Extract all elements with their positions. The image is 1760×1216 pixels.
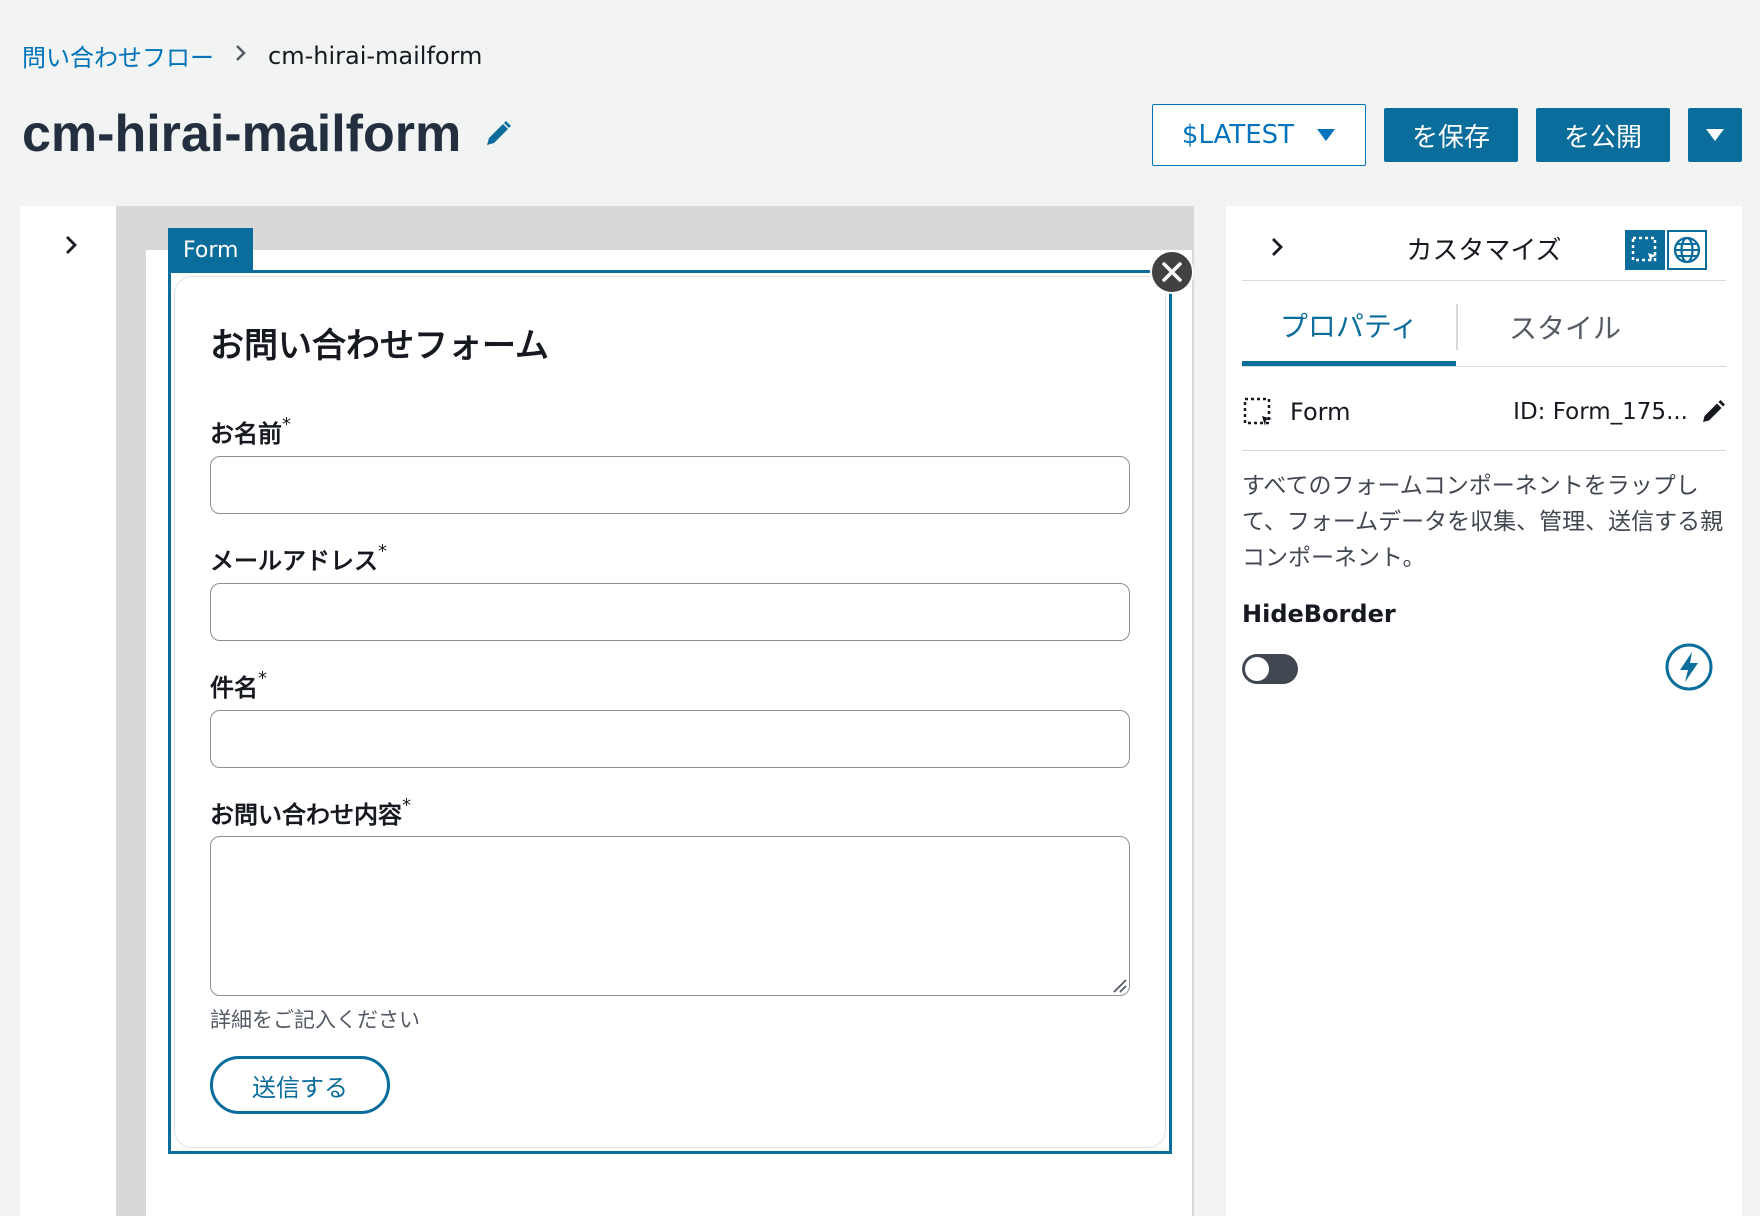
chevron-right-icon[interactable] [60,234,82,256]
panel-view-switch [1625,230,1707,270]
component-info-row: Form ID: Form_175... [1242,388,1726,436]
customize-panel: カスタマイズ プロパティ スタイル Form ID: Form_175... す… [1226,206,1742,1216]
breadcrumb-current: cm-hirai-mailform [268,41,483,70]
message-hint: 詳細をご記入ください [210,1008,420,1032]
toggle-knob [1245,657,1269,681]
divider [1242,280,1726,281]
chevron-right-icon [234,43,248,69]
message-textarea[interactable] [210,836,1130,996]
lightning-icon[interactable] [1664,642,1714,692]
caret-down-icon [1706,129,1724,141]
version-select[interactable]: $LATEST [1151,104,1366,166]
global-view-button[interactable] [1667,230,1707,270]
submit-button[interactable]: 送信する [210,1056,390,1114]
field-label-name: お名前* [210,414,291,448]
tab-properties[interactable]: プロパティ [1242,288,1456,366]
left-panel-collapsed [20,206,116,1216]
subject-input[interactable] [210,710,1130,768]
breadcrumb-link-flows[interactable]: 問い合わせフロー [22,38,214,73]
name-input[interactable] [210,456,1130,514]
divider [1242,450,1726,451]
field-label-message: お問い合わせ内容* [210,795,411,829]
selected-component-tag: Form [168,228,254,272]
component-id: ID: Form_175... [1513,399,1688,425]
caret-down-icon [1317,129,1336,141]
edit-pencil-icon[interactable] [483,119,513,149]
page-title: cm-hirai-mailform [22,105,462,163]
form-heading: お問い合わせフォーム [210,326,549,366]
resize-grip-icon[interactable] [1110,976,1128,994]
component-type: Form [1290,398,1351,426]
tab-style[interactable]: スタイル [1458,288,1672,366]
publish-button[interactable]: を公開 [1535,108,1670,162]
page-title-row: cm-hirai-mailform [22,104,513,164]
header-actions: $LATEST を保存 を公開 [1151,104,1742,166]
more-actions-dropdown[interactable] [1688,108,1742,162]
customize-panel-header: カスタマイズ [1226,206,1742,280]
component-description: すべてのフォームコンポーネントをラップして、フォームデータを収集、管理、送信する… [1242,473,1724,571]
field-label-subject: 件名* [210,668,267,702]
hideborder-label: HideBorder [1242,600,1396,628]
selection-view-button[interactable] [1625,230,1665,270]
customize-tabs: プロパティ スタイル [1242,288,1726,366]
edit-pencil-icon[interactable] [1700,399,1726,425]
field-label-email: メールアドレス* [210,541,387,575]
globe-icon [1673,236,1701,264]
divider [1242,366,1726,367]
breadcrumb: 問い合わせフロー cm-hirai-mailform [22,38,482,73]
selection-icon [1243,397,1272,426]
save-button[interactable]: を保存 [1383,108,1518,162]
selection-icon [1631,236,1657,262]
close-icon[interactable] [1150,250,1194,294]
version-label: $LATEST [1181,120,1295,150]
hideborder-toggle[interactable] [1242,654,1298,684]
email-input[interactable] [210,583,1130,641]
